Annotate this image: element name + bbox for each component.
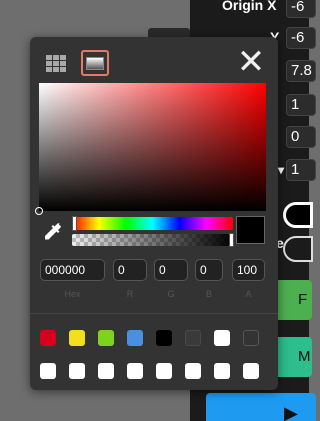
alpha-slider[interactable] xyxy=(72,233,234,247)
custom-swatch-6[interactable] xyxy=(185,363,201,379)
eyedropper-icon[interactable] xyxy=(40,222,64,246)
sv-cursor[interactable] xyxy=(35,207,43,215)
gradient-mode-button[interactable] xyxy=(81,50,109,76)
close-button[interactable]: ✕ xyxy=(235,45,267,79)
b-label: B xyxy=(205,289,212,299)
toggle-knob-2[interactable] xyxy=(283,236,313,262)
custom-swatch-3[interactable] xyxy=(98,363,114,379)
custom-swatch-7[interactable] xyxy=(214,363,230,379)
swatch-grid-mode-button[interactable] xyxy=(42,50,70,76)
preset-swatch-1[interactable] xyxy=(40,330,56,346)
custom-swatch-5[interactable] xyxy=(156,363,172,379)
swatch-divider xyxy=(30,313,278,314)
preset-swatch-7[interactable] xyxy=(214,330,230,346)
a-input[interactable]: 100 xyxy=(232,259,265,281)
toggle-knob-1[interactable] xyxy=(283,202,313,228)
property-field-6[interactable]: 1 xyxy=(286,159,316,181)
b-input[interactable]: 0 xyxy=(195,259,223,281)
origin-x-label: Origin X xyxy=(222,0,277,13)
grid-icon xyxy=(46,54,66,72)
property-field-3[interactable]: 7.8 xyxy=(286,60,316,82)
hex-input[interactable]: 000000 xyxy=(40,259,105,281)
custom-swatch-1[interactable] xyxy=(40,363,56,379)
alpha-slider-thumb[interactable] xyxy=(229,233,234,247)
custom-swatch-2[interactable] xyxy=(69,363,85,379)
play-icon: ▶ xyxy=(284,403,298,421)
origin-x-field[interactable]: -6 xyxy=(286,0,316,18)
preset-swatch-4[interactable] xyxy=(127,330,143,346)
custom-swatch-4[interactable] xyxy=(127,363,143,379)
r-input[interactable]: 0 xyxy=(113,259,147,281)
preset-swatch-5[interactable] xyxy=(156,330,172,346)
hex-label: Hex xyxy=(64,289,81,299)
property-field-4[interactable]: 1 xyxy=(286,94,316,116)
property-field-5[interactable]: 0 xyxy=(286,126,316,148)
hue-slider[interactable] xyxy=(72,216,233,231)
teal-action-label: M xyxy=(298,348,311,365)
preset-swatch-6[interactable] xyxy=(185,330,201,346)
custom-swatch-8[interactable] xyxy=(243,363,259,379)
origin-y-field[interactable]: -6 xyxy=(286,27,316,49)
g-input[interactable]: 0 xyxy=(154,259,188,281)
color-picker-popup: ✕ 000000 0 0 0 100 Hex R G B A xyxy=(30,37,278,390)
hue-slider-thumb[interactable] xyxy=(72,216,77,231)
a-label: A xyxy=(245,289,252,299)
preset-swatch-2[interactable] xyxy=(69,330,85,346)
color-preview xyxy=(236,216,265,244)
g-label: G xyxy=(167,289,175,299)
close-icon: ✕ xyxy=(236,42,266,82)
saturation-value-square[interactable] xyxy=(35,83,266,215)
gradient-icon xyxy=(86,56,104,70)
preset-swatch-3[interactable] xyxy=(98,330,114,346)
green-action-button[interactable]: F xyxy=(272,280,312,320)
blue-action-button[interactable]: ▶ xyxy=(206,393,316,421)
dropdown-arrow-icon[interactable]: ▾ xyxy=(278,163,284,177)
r-label: R xyxy=(126,289,134,299)
green-action-label: F xyxy=(298,291,308,308)
teal-action-button[interactable]: M xyxy=(272,337,312,377)
preset-swatch-8[interactable] xyxy=(243,330,259,346)
